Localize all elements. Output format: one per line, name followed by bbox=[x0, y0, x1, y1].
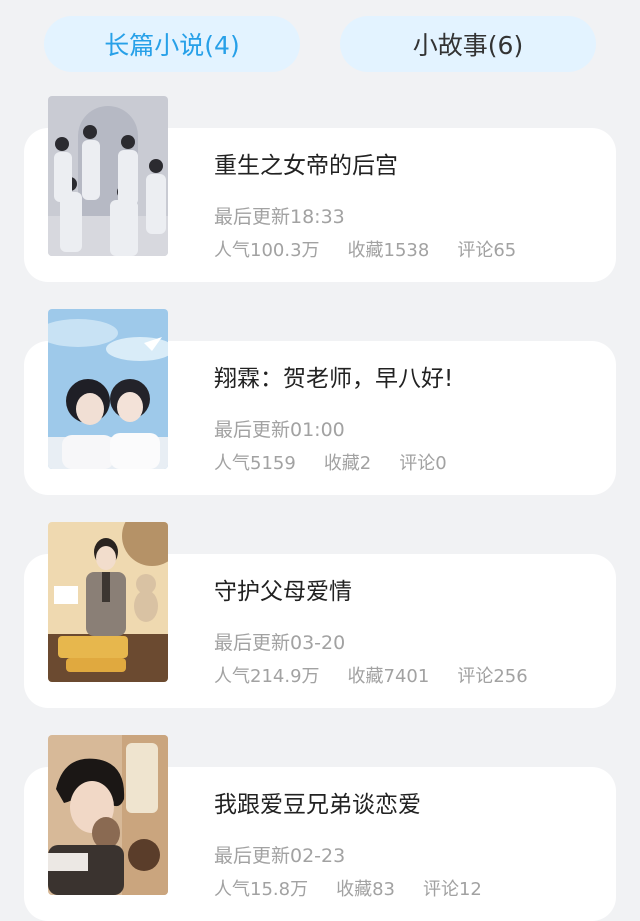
book-cover-image[interactable] bbox=[48, 96, 168, 256]
book-comments: 评论12 bbox=[422, 879, 482, 900]
book-title: 守护父母爱情 bbox=[214, 579, 352, 605]
book-popularity: 人气15.8万 bbox=[214, 879, 309, 900]
book-favorites: 收藏83 bbox=[336, 879, 395, 900]
book-comments: 评论65 bbox=[457, 240, 517, 261]
tab-short-stories[interactable]: 小故事(6) bbox=[340, 16, 596, 72]
book-last-updated: 最后更新01:00 bbox=[214, 419, 345, 441]
book-last-updated: 最后更新02-23 bbox=[214, 845, 346, 867]
book-popularity: 人气100.3万 bbox=[214, 240, 320, 261]
book-comments: 评论0 bbox=[399, 453, 447, 474]
book-title: 我跟爱豆兄弟谈恋爱 bbox=[214, 792, 421, 818]
book-title: 翔霖：贺老师，早八好! bbox=[214, 366, 454, 392]
book-cover-image[interactable] bbox=[48, 735, 168, 895]
book-popularity: 人气214.9万 bbox=[214, 666, 320, 687]
tab-long-novels[interactable]: 长篇小说(4) bbox=[44, 16, 300, 72]
book-last-updated: 最后更新03-20 bbox=[214, 632, 346, 654]
two-boys-sky-cover bbox=[48, 309, 168, 469]
book-stats: 人气100.3万 收藏1538 评论65 bbox=[214, 236, 544, 262]
book-popularity: 人气5159 bbox=[214, 453, 296, 474]
book-comments: 评论256 bbox=[457, 666, 528, 687]
book-stats: 人气214.9万 收藏7401 评论256 bbox=[214, 662, 556, 688]
book-favorites: 收藏1538 bbox=[347, 240, 430, 261]
book-stats: 人气5159 收藏2 评论0 bbox=[214, 449, 475, 475]
book-last-updated: 最后更新18:33 bbox=[214, 206, 345, 228]
boy-with-bear-cover bbox=[48, 522, 168, 682]
book-favorites: 收藏7401 bbox=[347, 666, 430, 687]
book-title: 重生之女帝的后宫 bbox=[214, 153, 398, 179]
boy-portrait-cover bbox=[48, 735, 168, 895]
book-favorites: 收藏2 bbox=[323, 453, 372, 474]
book-stats: 人气15.8万 收藏83 评论12 bbox=[214, 875, 510, 901]
group-photo-cover bbox=[48, 96, 168, 256]
book-cover-image[interactable] bbox=[48, 309, 168, 469]
book-cover-image[interactable] bbox=[48, 522, 168, 682]
